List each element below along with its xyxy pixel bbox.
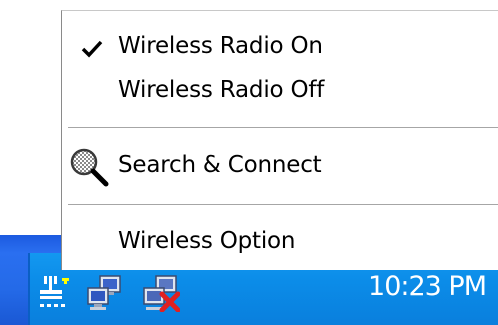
screen: 10:23 PM Wireless Radio On Wireless Radi… bbox=[0, 0, 498, 325]
menu-item-wireless-option[interactable]: Wireless Option bbox=[62, 224, 498, 264]
network-connected-icon[interactable] bbox=[86, 274, 124, 312]
menu-separator bbox=[68, 127, 498, 129]
menu-item-label: Wireless Radio On bbox=[118, 33, 323, 59]
network-disconnected-icon[interactable] bbox=[142, 274, 180, 312]
menu-item-wireless-radio-on[interactable]: Wireless Radio On bbox=[62, 29, 498, 69]
menu-item-label: Wireless Radio Off bbox=[118, 77, 325, 103]
menu-item-wireless-radio-off[interactable]: Wireless Radio Off bbox=[62, 73, 498, 113]
wireless-context-menu: Wireless Radio On Wireless Radio Off Sea… bbox=[61, 10, 498, 270]
checkmark-icon bbox=[81, 40, 103, 58]
menu-item-label: Search & Connect bbox=[118, 152, 322, 178]
search-icon bbox=[70, 148, 109, 187]
menu-separator bbox=[68, 204, 498, 206]
wireless-network-icon[interactable] bbox=[38, 272, 76, 310]
menu-item-label: Wireless Option bbox=[118, 228, 296, 254]
taskbar-clock[interactable]: 10:23 PM bbox=[368, 272, 487, 302]
menu-item-search-connect[interactable]: Search & Connect bbox=[62, 148, 498, 188]
